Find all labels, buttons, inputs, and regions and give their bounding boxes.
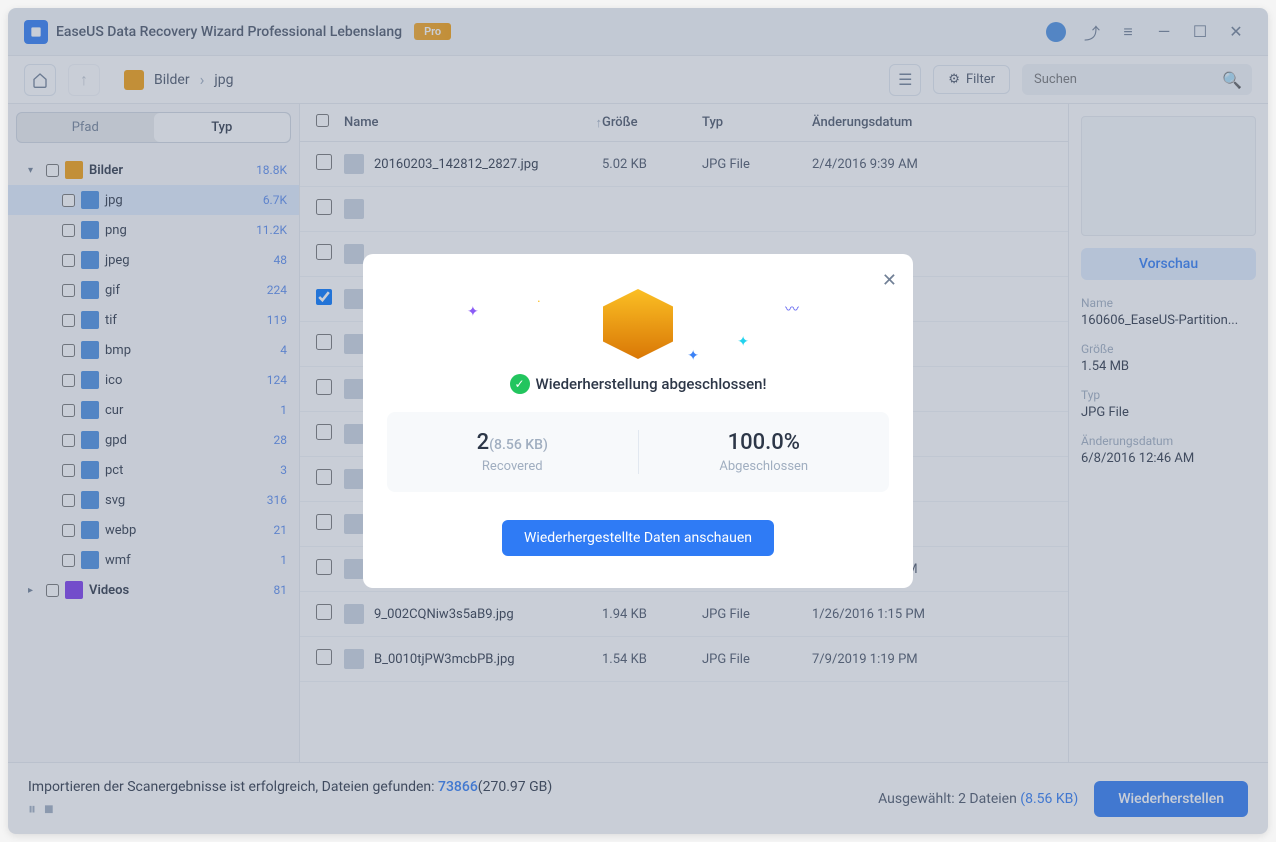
check-circle-icon: ✓ [510, 374, 530, 394]
modal-title: ✓ Wiederherstellung abgeschlossen! [387, 374, 889, 394]
modal-overlay: ✕ ✦ · 〰 ✦ ✦ ✓ Wiederherstellung abgeschl… [8, 8, 1268, 834]
app-window: EaseUS Data Recovery Wizard Professional… [8, 8, 1268, 834]
recovery-complete-modal: ✕ ✦ · 〰 ✦ ✦ ✓ Wiederherstellung abgeschl… [363, 254, 913, 588]
badge-graphic: ✦ · 〰 ✦ ✦ [387, 274, 889, 374]
recovered-label: Recovered [387, 459, 638, 474]
complete-label: Abgeschlossen [639, 459, 890, 474]
modal-stats: 2(8.56 KB) Recovered 100.0% Abgeschlosse… [387, 412, 889, 492]
recovered-count: 2(8.56 KB) [387, 430, 638, 455]
view-recovered-button[interactable]: Wiederhergestellte Daten anschauen [502, 520, 774, 556]
shield-badge-icon [603, 289, 673, 359]
percent-complete: 100.0% [639, 430, 890, 455]
